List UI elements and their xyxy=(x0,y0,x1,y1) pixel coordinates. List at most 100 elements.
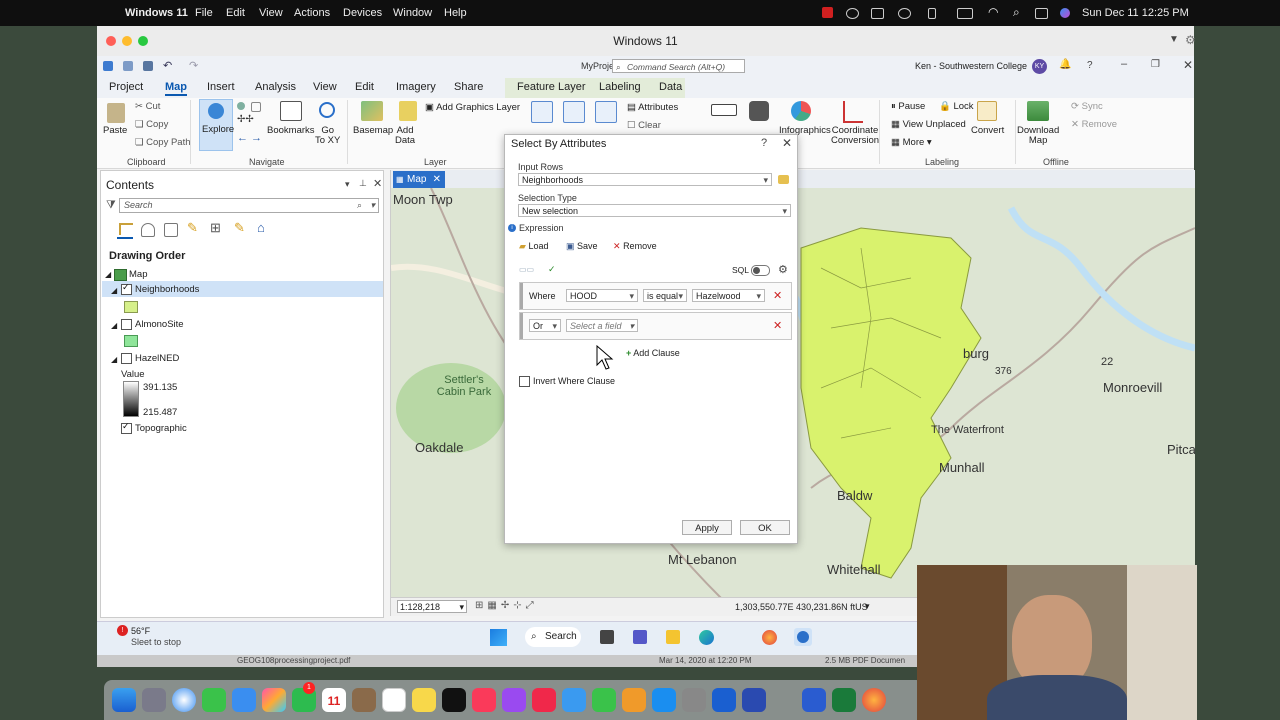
load-button[interactable]: ▰ Load xyxy=(519,241,548,252)
explore-button[interactable]: Explore xyxy=(199,99,234,151)
attributes-button[interactable]: ▤ Attributes xyxy=(627,102,678,113)
cut-button[interactable]: ✂ Cut xyxy=(135,101,160,112)
select-field-dropdown[interactable]: Select a field xyxy=(566,319,638,332)
copy-button[interactable]: ❏ Copy xyxy=(135,119,168,130)
task-view-icon[interactable] xyxy=(600,630,614,644)
previous-extent-icon[interactable]: ← → xyxy=(237,132,262,144)
goto-xy-icon[interactable] xyxy=(319,102,335,118)
layer-topographic[interactable]: Topographic xyxy=(135,423,187,434)
pause-button[interactable]: ⏸ Pause xyxy=(891,101,925,112)
tab-analysis[interactable]: Analysis xyxy=(255,81,296,93)
launchpad-icon[interactable] xyxy=(142,688,166,712)
paste-button[interactable]: Paste xyxy=(103,126,127,136)
map-tools-icons[interactable]: ⊞▦✢⊹⤢ xyxy=(475,600,538,611)
layer-expand-icon[interactable]: ◢ xyxy=(111,286,117,295)
infographics-icon[interactable] xyxy=(791,101,811,121)
topographic-checkbox[interactable] xyxy=(121,421,132,434)
hazelned-checkbox[interactable] xyxy=(121,353,132,364)
clear-button[interactable]: ☐ Clear xyxy=(627,120,661,131)
input-rows-dropdown[interactable]: Neighborhoods xyxy=(518,173,772,186)
edge-icon[interactable] xyxy=(699,630,714,645)
add-clause-button[interactable]: + Add Clause xyxy=(626,348,680,358)
list-by-selection-icon[interactable] xyxy=(164,223,178,237)
record-icon[interactable] xyxy=(822,7,833,18)
safari-icon[interactable] xyxy=(172,688,196,712)
delete-clause-icon[interactable]: ✕ xyxy=(773,319,782,332)
notes-icon[interactable] xyxy=(412,688,436,712)
scale-dropdown[interactable]: 1:128,218 ▾ xyxy=(397,600,467,613)
tab-edit[interactable]: Edit xyxy=(355,81,374,93)
user-avatar[interactable]: KY xyxy=(1032,59,1047,74)
airplay-icon[interactable] xyxy=(898,8,911,19)
command-search-input[interactable]: ⌕ Command Search (Alt+Q) xyxy=(612,59,745,73)
view-unplaced-button[interactable]: ▦ View Unplaced xyxy=(891,119,966,130)
neighborhoods-checkbox[interactable] xyxy=(121,282,132,295)
select-by-attributes-icon[interactable] xyxy=(563,101,585,123)
app-icon[interactable] xyxy=(352,688,376,712)
bookmarks-icon[interactable] xyxy=(280,101,302,121)
finder-icon[interactable] xyxy=(112,688,136,712)
fixed-zoom-icon[interactable] xyxy=(251,102,261,112)
bookmarks-button[interactable]: Bookmarks xyxy=(267,126,315,136)
audio-icon[interactable] xyxy=(928,8,936,19)
undo-icon[interactable]: ↶ xyxy=(163,59,172,72)
pane-options-icon[interactable]: ▾ xyxy=(345,179,350,190)
weather-alert-icon[interactable]: ! xyxy=(117,625,128,636)
vm-settings-icon[interactable]: ⚙ xyxy=(1185,33,1196,47)
add-graphics-layer-button[interactable]: ▣ Add Graphics Layer xyxy=(425,102,520,113)
clause-handle[interactable] xyxy=(520,283,523,309)
mac-menu-help[interactable]: Help xyxy=(444,7,467,19)
system-settings-icon[interactable] xyxy=(682,688,706,712)
mac-menu-file[interactable]: File xyxy=(195,7,213,19)
invert-where-checkbox[interactable] xyxy=(519,376,530,387)
wifi-icon[interactable]: ◠ xyxy=(988,5,998,19)
windows-start-icon[interactable] xyxy=(490,629,507,646)
keynote-icon[interactable] xyxy=(562,688,586,712)
clause-handle[interactable] xyxy=(520,313,523,339)
layer-expand-icon[interactable]: ◢ xyxy=(111,321,117,330)
operator-dropdown[interactable]: is equal xyxy=(643,289,687,302)
mail-icon[interactable] xyxy=(232,688,256,712)
basemap-icon[interactable] xyxy=(361,101,383,121)
or-dropdown[interactable]: Or xyxy=(529,319,561,332)
remove-button[interactable]: ✕ Remove xyxy=(613,241,657,252)
desktop-file-name[interactable]: GEOG108processingproject.pdf xyxy=(237,656,350,665)
locate-icon[interactable] xyxy=(749,101,769,121)
map-tab[interactable]: Map ▦ ✕ xyxy=(393,171,445,188)
redo-icon[interactable]: ↷ xyxy=(189,59,198,72)
mac-menu-actions[interactable]: Actions xyxy=(294,7,330,19)
add-data-icon[interactable] xyxy=(399,101,417,121)
weather-desc[interactable]: Sleet to stop xyxy=(131,637,181,647)
taskbar-search[interactable]: ⌕ Search xyxy=(525,627,581,647)
basemap-button[interactable]: Basemap xyxy=(353,126,393,136)
battery-icon[interactable] xyxy=(957,8,973,19)
measure-icon[interactable] xyxy=(711,104,737,116)
open-icon[interactable] xyxy=(123,61,133,71)
list-by-editing-icon[interactable]: ✎ xyxy=(187,220,198,236)
list-by-source-icon[interactable] xyxy=(141,223,155,237)
podcasts-icon[interactable] xyxy=(502,688,526,712)
file-explorer-icon[interactable] xyxy=(666,630,680,644)
teams-icon[interactable] xyxy=(633,630,647,644)
tab-insert[interactable]: Insert xyxy=(207,81,235,93)
layer-almonosite[interactable]: AlmonoSite xyxy=(135,319,184,330)
app-icon[interactable] xyxy=(742,688,766,712)
control-center-icon[interactable] xyxy=(1035,8,1048,19)
sync-button[interactable]: ⟳ Sync xyxy=(1071,101,1103,112)
layer-hazelned[interactable]: HazelNED xyxy=(135,353,179,364)
list-by-drawing-order-icon[interactable] xyxy=(117,221,133,239)
screen-icon[interactable] xyxy=(871,8,884,19)
notification-icon[interactable]: 🔔 xyxy=(1059,59,1071,70)
list-by-snapping-icon[interactable]: ⊞ xyxy=(210,220,221,236)
contents-search-input[interactable]: Search ⌕ ▾ xyxy=(119,198,379,213)
restore-icon[interactable]: ❐ xyxy=(1151,59,1160,70)
layer-expand-icon[interactable]: ◢ xyxy=(111,355,117,364)
pages-icon[interactable] xyxy=(622,688,646,712)
minimize-icon[interactable]: – xyxy=(1121,58,1127,70)
list-by-perspective-icon[interactable]: ⌂ xyxy=(257,220,265,235)
mac-app-name[interactable]: Windows 11 xyxy=(125,7,188,19)
layer-neighborhoods[interactable]: Neighborhoods xyxy=(135,284,199,295)
field-dropdown[interactable]: HOOD xyxy=(566,289,638,302)
sql-toggle[interactable] xyxy=(751,265,770,276)
select-by-location-icon[interactable] xyxy=(531,101,553,123)
